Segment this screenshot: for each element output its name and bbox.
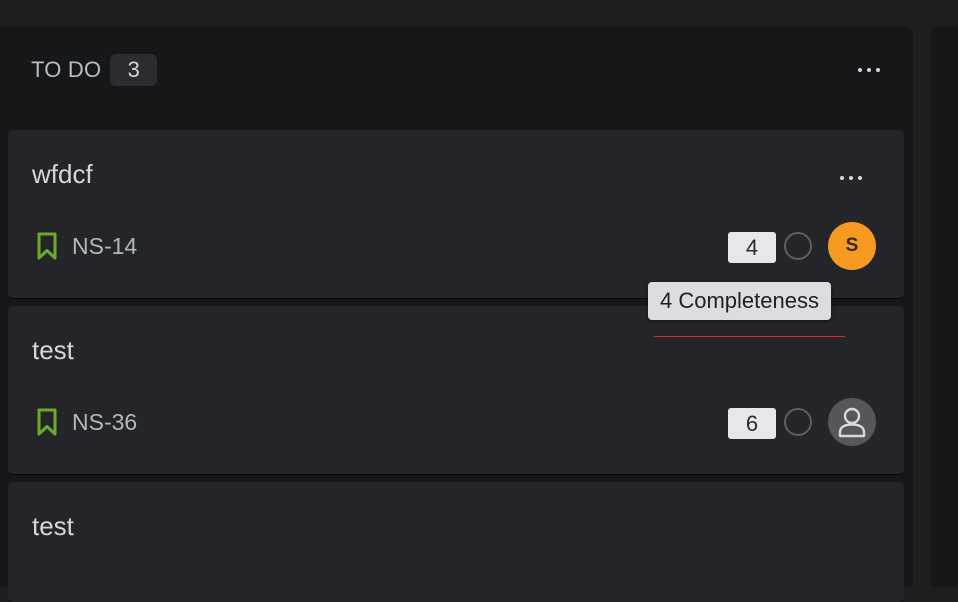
card-key[interactable]: NS-36: [72, 409, 137, 436]
completeness-tooltip: 4 Completeness: [648, 282, 831, 320]
issue-card-ns-36[interactable]: test NS-36 6: [8, 306, 904, 474]
user-icon: [838, 407, 866, 438]
red-underline: [654, 336, 845, 337]
issue-card[interactable]: test: [8, 482, 904, 602]
card-title: wfdcf: [32, 159, 93, 189]
card-key-row: NS-14: [36, 232, 137, 260]
card-title: test: [32, 511, 74, 541]
unassigned-avatar[interactable]: [828, 398, 876, 446]
issue-card-ns-14[interactable]: wfdcf NS-14 4 S: [8, 130, 904, 298]
story-points-badge[interactable]: 6: [728, 408, 776, 439]
status-circle-icon: [784, 232, 812, 260]
story-points-badge[interactable]: 4: [728, 232, 776, 263]
assignee-avatar[interactable]: S: [828, 222, 876, 270]
bookmark-icon: [37, 408, 57, 436]
card-key[interactable]: NS-14: [72, 233, 137, 260]
status-circle-icon: [784, 408, 812, 436]
column-count-badge: 3: [110, 54, 158, 86]
card-more-icon[interactable]: [840, 176, 862, 180]
card-title: test: [32, 335, 74, 365]
column-more-icon[interactable]: [858, 68, 880, 72]
card-key-row: NS-36: [36, 408, 137, 436]
next-column-edge: [931, 26, 958, 586]
column-title: TO DO: [31, 57, 102, 82]
bookmark-icon: [37, 232, 57, 260]
column-header: TO DO 3: [31, 54, 158, 86]
